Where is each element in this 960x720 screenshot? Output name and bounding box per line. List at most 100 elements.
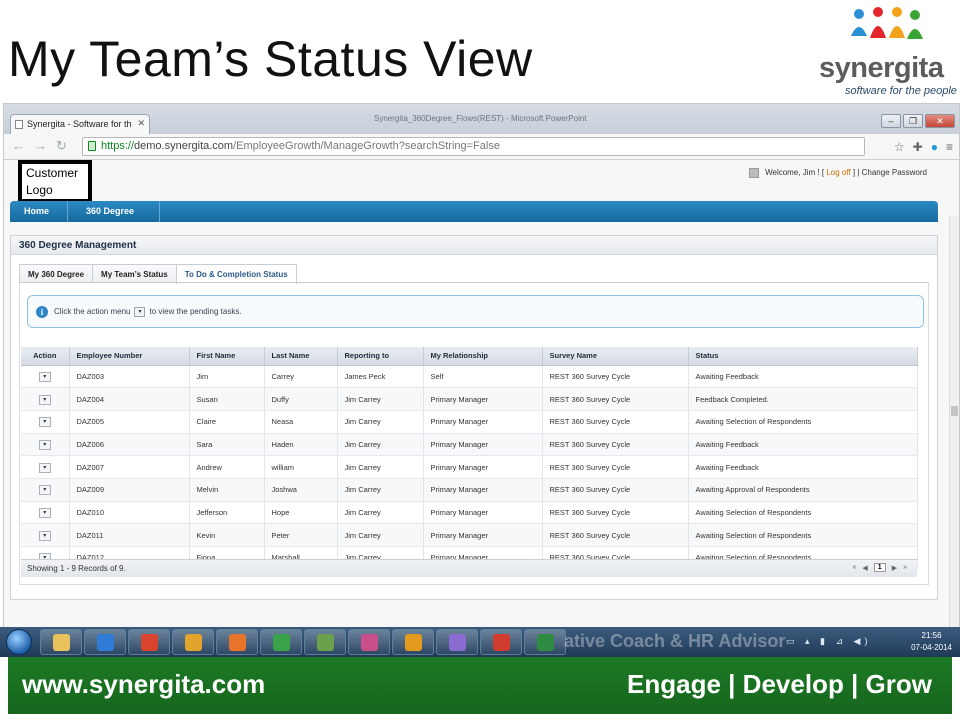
- action-menu-button[interactable]: ▾: [38, 439, 51, 450]
- address-bar[interactable]: https://demo.synergita.com/EmployeeGrowt…: [82, 137, 865, 156]
- clock-date: 07-04-2014: [911, 643, 952, 652]
- paint-icon[interactable]: [436, 629, 478, 655]
- chrome-icon[interactable]: [172, 629, 214, 655]
- next-page-icon[interactable]: ▶: [892, 564, 897, 572]
- app-glyph-icon: [97, 634, 114, 651]
- table-row: ▾ DAZ005 Claire Neasa Jim Carrey Primary Mana…: [21, 410, 918, 434]
- ie-icon[interactable]: [84, 629, 126, 655]
- page-scrollbar[interactable]: [949, 216, 959, 630]
- restore-button[interactable]: ❐: [903, 114, 923, 128]
- close-tab-icon[interactable]: ✕: [137, 118, 145, 129]
- action-cell: ▾: [21, 478, 70, 502]
- table-cell: DAZ005: [69, 410, 190, 434]
- column-header[interactable]: Action: [21, 347, 70, 366]
- table-cell: DAZ010: [69, 501, 190, 525]
- current-page[interactable]: 1: [873, 563, 886, 572]
- skype-icon[interactable]: ●: [931, 140, 938, 154]
- action-menu-button[interactable]: ▾: [38, 485, 51, 496]
- firefox-icon[interactable]: [216, 629, 258, 655]
- close-window-button[interactable]: ✕: [925, 114, 955, 128]
- table-cell: Joshwa: [264, 478, 338, 502]
- action-menu-button[interactable]: ▾: [38, 530, 51, 541]
- forward-icon[interactable]: →: [34, 139, 47, 153]
- action-menu-sample-icon: ▾: [134, 307, 146, 317]
- nav-home[interactable]: Home: [10, 201, 68, 222]
- logoff-link[interactable]: Log off: [826, 168, 850, 177]
- action-cell: ▾: [21, 387, 70, 411]
- action-cell: ▾: [21, 410, 70, 434]
- browser-tab[interactable]: Synergita - Software for th ✕: [10, 114, 150, 134]
- star-icon[interactable]: ☆: [894, 140, 905, 154]
- powerpoint-icon[interactable]: [480, 629, 522, 655]
- table-cell: James Peck: [337, 365, 424, 389]
- url-path: /EmployeeGrowth/ManageGrowth?searchStrin…: [233, 140, 500, 152]
- lync-icon[interactable]: [260, 629, 302, 655]
- pager: Showing 1 - 9 Records of 9. « ◀ 1 ▶ »: [21, 559, 917, 577]
- excel-icon[interactable]: [524, 629, 566, 655]
- action-menu-button[interactable]: ▾: [38, 394, 51, 405]
- column-header[interactable]: First Name: [189, 347, 265, 366]
- window-controls: – ❐ ✕: [881, 114, 955, 128]
- menu-icon[interactable]: ≡: [946, 140, 953, 154]
- column-header[interactable]: Status: [688, 347, 918, 366]
- scrollbar-thumb[interactable]: [951, 406, 958, 416]
- clock[interactable]: 21:56 07-04-2014: [911, 630, 952, 654]
- outlook-icon[interactable]: [392, 629, 434, 655]
- tab-body: i Click the action menu ▾ to view the pend…: [19, 283, 929, 585]
- tab-todo-completion-status[interactable]: To Do & Completion Status: [175, 264, 297, 284]
- pager-controls: « ◀ 1 ▶ »: [853, 563, 907, 572]
- tray-icons[interactable]: ▭ ▴ ▮ ⊿ ◀): [786, 636, 871, 647]
- table-cell: Feedback Completed.: [688, 387, 918, 411]
- table-cell: Awaiting Feedback: [688, 455, 918, 479]
- first-page-icon[interactable]: «: [853, 564, 857, 571]
- app-glyph-icon: [141, 634, 158, 651]
- table-cell: Awaiting Selection of Respondents: [688, 410, 918, 434]
- extension-icon[interactable]: ✚: [913, 140, 923, 154]
- tab-my-teams-status[interactable]: My Team’s Status: [92, 264, 177, 283]
- action-menu-button[interactable]: ▾: [38, 417, 51, 428]
- action-menu-button[interactable]: ▾: [38, 507, 51, 518]
- column-header[interactable]: Reporting to: [337, 347, 424, 366]
- app-glyph-icon: [537, 634, 554, 651]
- change-password-link[interactable]: Change Password: [862, 168, 927, 177]
- page-icon: [15, 120, 23, 129]
- app2-icon[interactable]: [348, 629, 390, 655]
- table-cell: Self: [423, 365, 543, 389]
- table-cell: REST 360 Survey Cycle: [542, 365, 689, 389]
- table-cell: REST 360 Survey Cycle: [542, 387, 689, 411]
- reload-icon[interactable]: ↻: [56, 139, 67, 153]
- table-cell: REST 360 Survey Cycle: [542, 433, 689, 457]
- footer-tagline: Engage | Develop | Grow: [627, 669, 932, 699]
- info-message: i Click the action menu ▾ to view the pend…: [27, 295, 924, 328]
- column-header[interactable]: Last Name: [264, 347, 338, 366]
- table-cell: Jim: [189, 365, 265, 389]
- logo-tagline: software for the people: [845, 85, 957, 97]
- last-page-icon[interactable]: »: [903, 564, 907, 571]
- app-icon[interactable]: [304, 629, 346, 655]
- column-header[interactable]: Employee Number: [69, 347, 190, 366]
- action-cell: ▾: [21, 501, 70, 525]
- tab-my-360-degree[interactable]: My 360 Degree: [19, 264, 94, 283]
- explorer-icon[interactable]: [40, 629, 82, 655]
- subtabs: My 360 Degree My Team’s Status To Do & C…: [19, 264, 297, 284]
- action-cell: ▾: [21, 365, 70, 389]
- column-header[interactable]: Survey Name: [542, 347, 689, 366]
- action-menu-button[interactable]: ▾: [38, 462, 51, 473]
- column-header[interactable]: My Relationship: [423, 347, 543, 366]
- action-menu-button[interactable]: ▾: [38, 371, 51, 382]
- nav-360-degree[interactable]: 360 Degree: [68, 201, 160, 222]
- minimize-button[interactable]: –: [881, 114, 901, 128]
- people-logo-icon: [851, 7, 923, 39]
- lock-icon: [88, 141, 96, 151]
- start-button[interactable]: [6, 629, 32, 655]
- table-cell: Awaiting Approval of Respondents: [688, 478, 918, 502]
- media-player-icon[interactable]: [128, 629, 170, 655]
- action-cell: ▾: [21, 455, 70, 479]
- welcome-separator: ] |: [852, 168, 862, 178]
- back-icon[interactable]: ←: [12, 139, 25, 153]
- table-cell: Awaiting Feedback: [688, 433, 918, 457]
- logo-wordmark: synergita: [819, 52, 944, 84]
- table-cell: Jim Carrey: [337, 523, 424, 547]
- prev-page-icon[interactable]: ◀: [862, 564, 867, 572]
- table-cell: DAZ009: [69, 478, 190, 502]
